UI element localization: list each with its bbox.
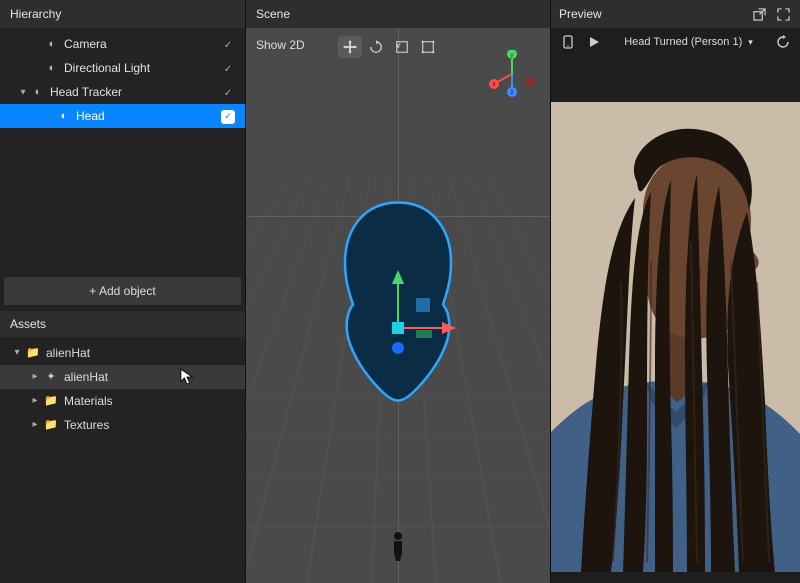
asset-item-alienhat-folder[interactable]: ▾ 📁 alienHat <box>0 341 245 365</box>
assets-body: ▾ 📁 alienHat ▸ ✦ alienHat ▸ 📁 Materials … <box>0 337 245 441</box>
scene-header: Scene <box>246 0 550 28</box>
hierarchy-item-label: Head Tracker <box>46 85 219 99</box>
sphere-icon: ◐ <box>44 62 60 74</box>
mesh-icon: ✦ <box>42 370 60 383</box>
expand-icon[interactable] <box>774 5 792 23</box>
asset-item-label: alienHat <box>60 370 237 384</box>
svg-text:z: z <box>511 90 514 96</box>
chevron-down-icon[interactable]: ▾ <box>10 347 24 358</box>
chevron-right-icon[interactable]: ▸ <box>28 395 42 406</box>
add-object-label: + Add object <box>89 284 155 298</box>
scene-column: Scene Show 2D <box>245 0 551 583</box>
hierarchy-header: Hierarchy <box>0 0 245 28</box>
transform-manipulator[interactable] <box>338 268 458 388</box>
asset-item-alienhat-mesh[interactable]: ▸ ✦ alienHat <box>0 365 245 389</box>
hierarchy-item-head[interactable]: ◐ Head ✓ <box>0 104 245 128</box>
svg-text:y: y <box>511 53 514 59</box>
bounding-box-tool-button[interactable] <box>416 36 440 58</box>
preview-source-dropdown[interactable]: Head Turned (Person 1) ▾ <box>611 32 766 52</box>
asset-item-textures[interactable]: ▸ 📁 Textures <box>0 413 245 437</box>
folder-icon: 📁 <box>24 346 42 359</box>
chevron-down-icon: ▾ <box>748 37 753 48</box>
asset-item-label: alienHat <box>42 346 237 360</box>
show-2d-button[interactable]: Show 2D <box>256 38 305 52</box>
orientation-gizmo[interactable]: y x z <box>488 50 536 98</box>
folder-icon: 📁 <box>42 418 60 431</box>
assets-empty-space <box>0 441 245 583</box>
preview-source-label: Head Turned (Person 1) <box>624 36 742 48</box>
hierarchy-title: Hierarchy <box>10 7 61 21</box>
show-2d-label: Show 2D <box>256 38 305 52</box>
scene-viewport[interactable]: Show 2D y <box>246 28 550 583</box>
play-icon[interactable] <box>585 33 603 51</box>
preview-header: Preview <box>551 0 800 28</box>
refresh-icon[interactable] <box>774 33 792 51</box>
asset-item-label: Materials <box>60 394 237 408</box>
move-tool-button[interactable] <box>338 36 362 58</box>
assets-header: Assets <box>0 311 245 337</box>
sphere-icon: ◐ <box>30 86 46 98</box>
camera-pawn-icon[interactable] <box>391 531 405 561</box>
asset-item-label: Textures <box>60 418 237 432</box>
sphere-icon: ◐ <box>56 110 72 122</box>
folder-icon: 📁 <box>42 394 60 407</box>
assets-title: Assets <box>10 317 46 331</box>
visibility-toggle[interactable] <box>219 61 237 75</box>
scene-title: Scene <box>256 7 290 21</box>
visibility-toggle[interactable]: ✓ <box>219 108 237 124</box>
visibility-toggle[interactable] <box>219 37 237 51</box>
add-object-button[interactable]: + Add object <box>4 277 241 305</box>
scale-tool-button[interactable] <box>390 36 414 58</box>
hierarchy-item-label: Camera <box>60 37 219 51</box>
preview-title: Preview <box>559 7 602 21</box>
popout-icon[interactable] <box>750 5 768 23</box>
sphere-icon: ◐ <box>44 38 60 50</box>
hierarchy-item-directional-light[interactable]: ◐ Directional Light <box>0 56 245 80</box>
preview-column: Preview Head Turned (Person 1) ▾ <box>551 0 800 583</box>
chevron-down-icon[interactable]: ▾ <box>16 87 30 98</box>
device-icon[interactable] <box>559 33 577 51</box>
preview-canvas <box>551 102 800 583</box>
asset-item-materials[interactable]: ▸ 📁 Materials <box>0 389 245 413</box>
scene-toolbar <box>338 36 440 58</box>
preview-controls: Head Turned (Person 1) ▾ <box>551 28 800 56</box>
left-column: Hierarchy ◐ Camera ◐ Directional Light ▾… <box>0 0 245 583</box>
chevron-right-icon[interactable]: ▸ <box>28 419 42 430</box>
rotate-tool-button[interactable] <box>364 36 388 58</box>
hierarchy-item-label: Head <box>72 109 219 123</box>
svg-text:x: x <box>493 82 496 88</box>
app-root: Hierarchy ◐ Camera ◐ Directional Light ▾… <box>0 0 800 583</box>
hierarchy-item-camera[interactable]: ◐ Camera <box>0 32 245 56</box>
preview-person-image <box>551 102 800 572</box>
hierarchy-body: ◐ Camera ◐ Directional Light ▾ ◐ Head Tr… <box>0 28 245 128</box>
hierarchy-item-label: Directional Light <box>60 61 219 75</box>
cursor-icon <box>180 368 194 386</box>
hierarchy-item-head-tracker[interactable]: ▾ ◐ Head Tracker <box>0 80 245 104</box>
hierarchy-empty-space <box>0 128 245 271</box>
chevron-right-icon[interactable]: ▸ <box>28 371 42 382</box>
visibility-toggle[interactable] <box>219 85 237 99</box>
